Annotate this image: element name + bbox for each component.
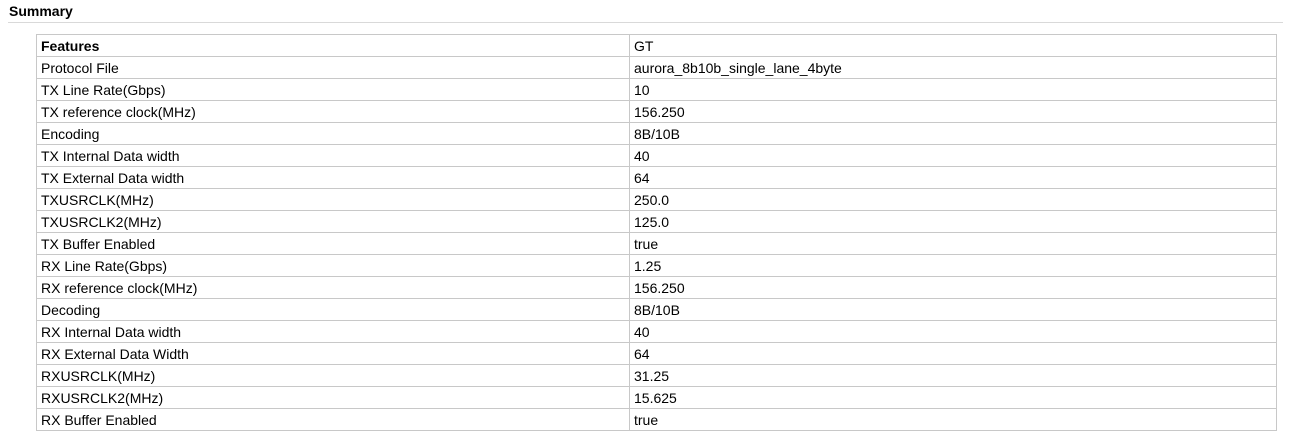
feature-name-cell: RXUSRCLK(MHz): [36, 364, 630, 387]
feature-name-cell: RX reference clock(MHz): [36, 276, 630, 299]
table-row: RXUSRCLK2(MHz) 15.625: [36, 386, 1277, 409]
feature-value-cell: 125.0: [629, 210, 1277, 233]
feature-name-cell: TX reference clock(MHz): [36, 100, 630, 123]
feature-value-cell: 1.25: [629, 254, 1277, 277]
feature-value-cell: 15.625: [629, 386, 1277, 409]
feature-value-cell: 8B/10B: [629, 122, 1277, 145]
feature-name-cell: Protocol File: [36, 56, 630, 79]
feature-name-cell: RX Buffer Enabled: [36, 408, 630, 431]
summary-table: Features GT Protocol File aurora_8b10b_si…: [36, 34, 1277, 431]
feature-name-cell: RX Line Rate(Gbps): [36, 254, 630, 277]
section-title: Summary: [9, 3, 73, 19]
feature-value-cell: aurora_8b10b_single_lane_4byte: [629, 56, 1277, 79]
feature-value-cell: 64: [629, 342, 1277, 365]
feature-name-cell: TX Internal Data width: [36, 144, 630, 167]
table-row: RX Line Rate(Gbps) 1.25: [36, 254, 1277, 277]
feature-name-cell: Encoding: [36, 122, 630, 145]
table-row: RX Buffer Enabled true: [36, 408, 1277, 431]
table-row: RX External Data Width 64: [36, 342, 1277, 365]
feature-name-cell: TX External Data width: [36, 166, 630, 189]
feature-value-cell: 250.0: [629, 188, 1277, 211]
features-column-header: Features: [36, 34, 630, 57]
table-row: TX Internal Data width 40: [36, 144, 1277, 167]
table-row: TXUSRCLK2(MHz) 125.0: [36, 210, 1277, 233]
feature-name-cell: TXUSRCLK2(MHz): [36, 210, 630, 233]
feature-value-cell: 10: [629, 78, 1277, 101]
feature-name-cell: TXUSRCLK(MHz): [36, 188, 630, 211]
table-row: TX External Data width 64: [36, 166, 1277, 189]
feature-value-cell: 156.250: [629, 276, 1277, 299]
table-row: TX Buffer Enabled true: [36, 232, 1277, 255]
table-row: RX reference clock(MHz) 156.250: [36, 276, 1277, 299]
feature-value-cell: 8B/10B: [629, 298, 1277, 321]
table-row: RXUSRCLK(MHz) 31.25: [36, 364, 1277, 387]
gt-column-header: GT: [629, 34, 1277, 57]
feature-value-cell: 31.25: [629, 364, 1277, 387]
feature-value-cell: 40: [629, 320, 1277, 343]
table-header-row: Features GT: [36, 34, 1277, 57]
table-row: TXUSRCLK(MHz) 250.0: [36, 188, 1277, 211]
table-row: Protocol File aurora_8b10b_single_lane_4b…: [36, 56, 1277, 79]
table-row: Encoding 8B/10B: [36, 122, 1277, 145]
feature-name-cell: RX Internal Data width: [36, 320, 630, 343]
feature-value-cell: 40: [629, 144, 1277, 167]
feature-name-cell: Decoding: [36, 298, 630, 321]
feature-value-cell: 156.250: [629, 100, 1277, 123]
feature-name-cell: RXUSRCLK2(MHz): [36, 386, 630, 409]
table-row: RX Internal Data width 40: [36, 320, 1277, 343]
feature-value-cell: true: [629, 408, 1277, 431]
table-row: TX Line Rate(Gbps) 10: [36, 78, 1277, 101]
table-row: TX reference clock(MHz) 156.250: [36, 100, 1277, 123]
feature-name-cell: TX Line Rate(Gbps): [36, 78, 630, 101]
feature-name-cell: TX Buffer Enabled: [36, 232, 630, 255]
feature-name-cell: RX External Data Width: [36, 342, 630, 365]
table-row: Decoding 8B/10B: [36, 298, 1277, 321]
feature-value-cell: 64: [629, 166, 1277, 189]
feature-value-cell: true: [629, 232, 1277, 255]
summary-section-header: Summary: [8, 0, 1283, 23]
